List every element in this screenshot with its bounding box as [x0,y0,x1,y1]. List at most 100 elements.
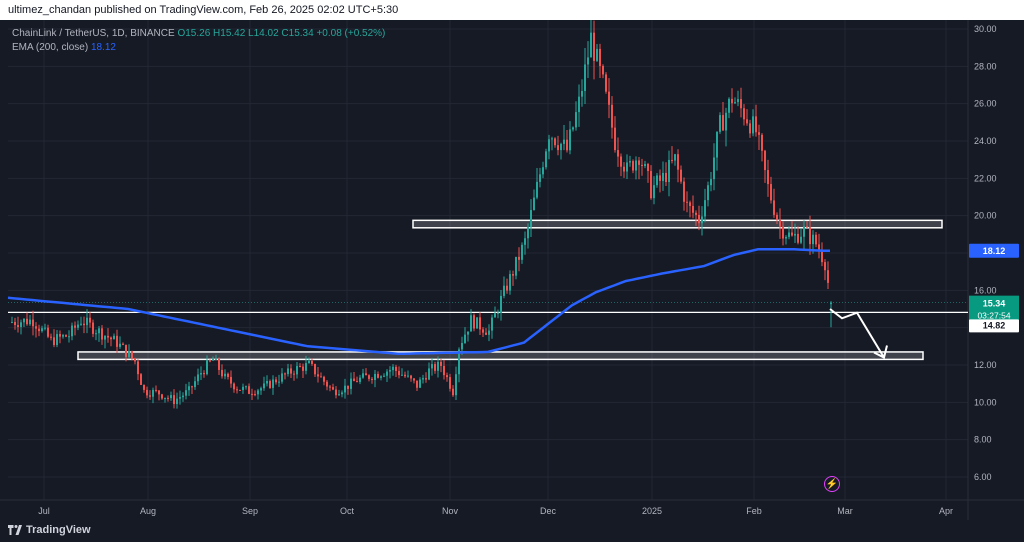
candle-body [710,179,712,186]
price-tick-label: 12.00 [974,360,997,370]
legend-ema-value: 18.12 [90,42,116,53]
candle-body [437,361,439,371]
candle-body [683,181,685,202]
price-tick-label: 6.00 [974,472,992,482]
candle-body [263,383,265,389]
zone-resistance [412,219,943,229]
tradingview-logo[interactable]: TradingView [8,524,91,536]
chart-background [0,20,1024,520]
candle-body [365,373,367,376]
candle-body [434,364,436,371]
candle-body [323,376,325,382]
candle-body [377,373,379,378]
candle-body [230,376,232,384]
legend-ema-label: EMA (200, close) [12,42,89,53]
candle-body [245,386,247,388]
price-tick-label: 10.00 [974,397,997,407]
candle-body [329,386,331,388]
candle-body [713,157,715,180]
candle-body [47,327,49,337]
price-tick-label: 8.00 [974,435,992,445]
candle-body [806,226,808,228]
price-tick-label: 22.00 [974,173,997,183]
candle-body [704,200,706,217]
candle-body [407,375,409,377]
candle-body [491,317,493,331]
candle-body [191,386,193,388]
candle-body [149,395,151,397]
candle-body [89,317,91,323]
candle-body [386,371,388,376]
candle-body [71,325,73,337]
candle-body [269,380,271,388]
candle-body [482,329,484,333]
legend-symbol-row: ChainLink / TetherUS, 1D, BINANCE O15.26… [12,27,385,41]
candle-body [728,98,730,113]
tradingview-logo-text: TradingView [26,524,91,536]
candle-body [431,364,433,369]
candle-body [302,366,304,371]
candle-body [830,302,832,305]
candle-body [455,374,457,396]
candle-body [62,335,64,337]
candle-body [782,226,784,239]
candle-body [557,145,559,151]
price-chart[interactable]: 30.0028.0026.0024.0022.0020.0018.0016.00… [0,13,1024,520]
candle-body [635,160,637,171]
candle-body [68,336,70,338]
candle-body [542,167,544,175]
candle-body [173,395,175,405]
candle-body [779,219,781,227]
time-tick-label: Oct [340,506,355,516]
price-tick-label: 30.00 [974,24,997,34]
candle-body [605,74,607,92]
candle-body [461,343,463,350]
candle-body [716,131,718,158]
candle-body [371,378,373,381]
candle-body [650,171,652,199]
candle-body [824,262,826,271]
candle-body [83,323,85,326]
candle-body [218,358,220,370]
time-tick-label: Dec [540,506,557,516]
candle-body [380,376,382,378]
candle-body [698,214,700,224]
flash-icon[interactable]: ⚡ [824,476,840,492]
candle-body [764,150,766,171]
candle-body [368,375,370,379]
candle-body [236,389,238,391]
candle-body [707,185,709,201]
candle-body [182,395,184,398]
candle-body [503,285,505,296]
chart-area[interactable]: 30.0028.0026.0024.0022.0020.0018.0016.00… [0,13,1024,520]
candle-body [563,139,565,144]
candle-body [131,351,133,359]
price-tick-label: 26.00 [974,99,997,109]
candle-body [23,318,25,323]
candle-body [350,378,352,389]
candle-body [101,328,103,340]
candle-body [278,381,280,383]
candle-body [167,397,169,399]
candle-body [638,160,640,165]
candle-body [146,389,148,396]
candle-body [317,374,319,377]
candle-body [680,169,682,182]
candle-body [92,322,94,334]
legend-symbol: ChainLink / TetherUS, 1D, BINANCE [12,28,175,39]
candle-body [533,197,535,211]
candle-body [572,127,574,130]
candle-body [446,375,448,378]
candle-body [74,325,76,328]
candle-body [569,129,571,151]
candle-body [665,172,667,183]
candle-body [128,351,130,357]
candle-body [512,274,514,276]
candle-body [671,159,673,161]
publisher-bar: ultimez_chandan published on TradingView… [0,0,1024,20]
candle-body [659,175,661,181]
candle-body [734,102,736,104]
candle-body [476,317,478,329]
candle-body [314,363,316,375]
candle-body [809,227,811,245]
